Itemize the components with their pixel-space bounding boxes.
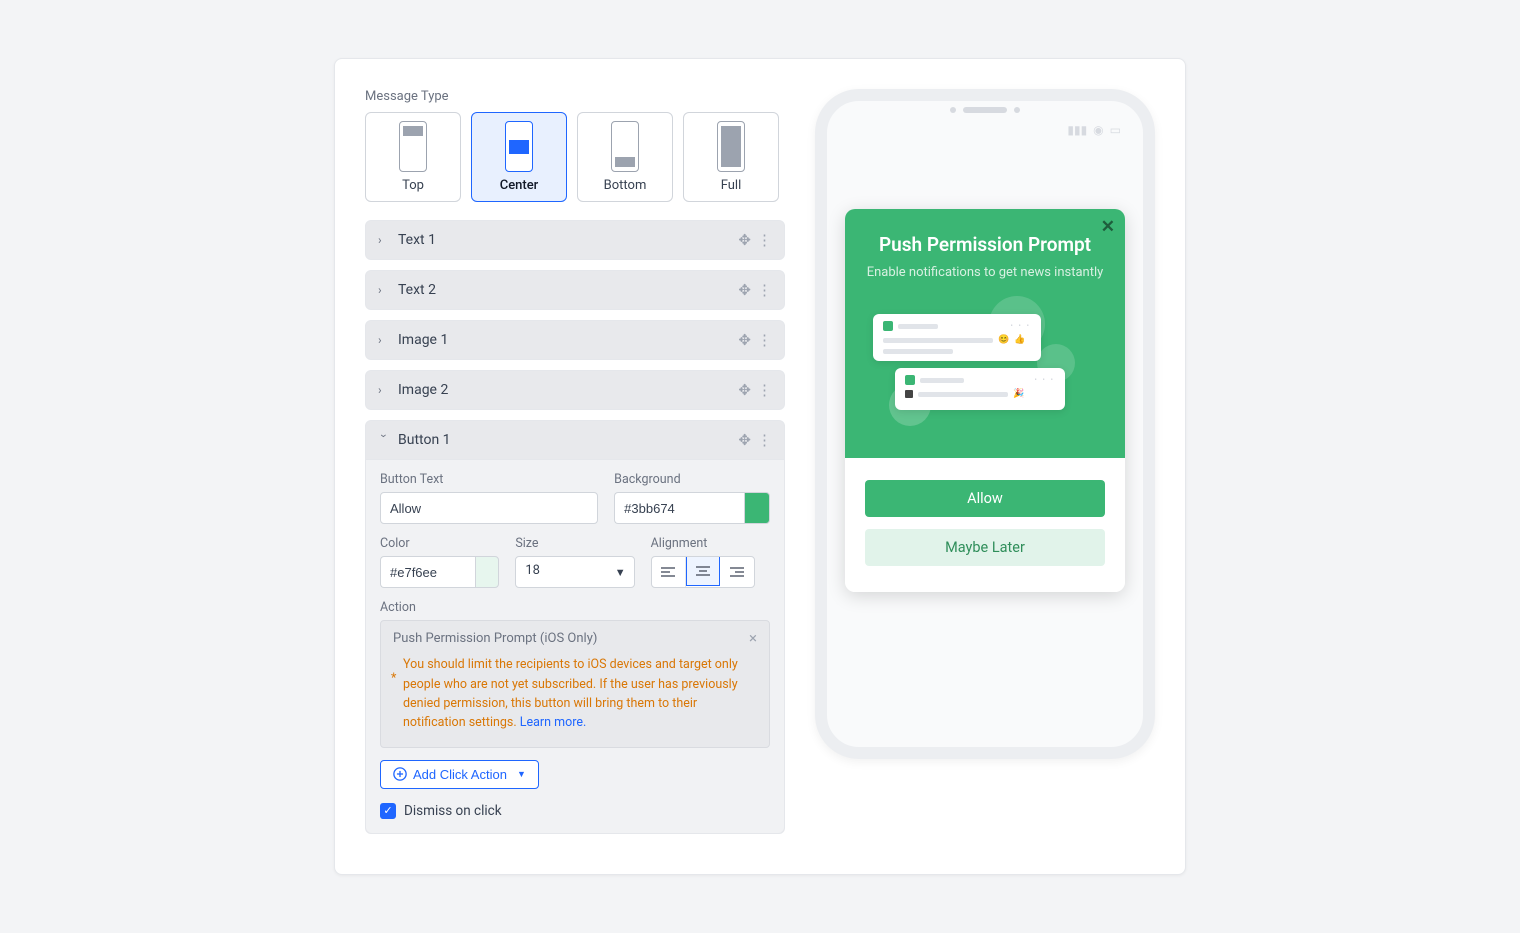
- message-type-top[interactable]: Top: [365, 112, 461, 202]
- close-icon[interactable]: ✕: [1101, 217, 1115, 237]
- chevron-right-icon: ›: [378, 333, 390, 347]
- message-type-label: Bottom: [604, 178, 647, 193]
- message-type-label: Message Type: [365, 89, 785, 104]
- add-click-action-button[interactable]: Add Click Action ▼: [380, 760, 539, 789]
- chevron-down-icon: ›: [377, 434, 391, 446]
- chevron-down-icon: ▼: [517, 769, 526, 779]
- block-title: Button 1: [398, 432, 738, 448]
- block-text1: › Text 1 ✥ ⋮: [365, 220, 785, 260]
- phone-layout-icon: [611, 121, 639, 172]
- preview-title: Push Permission Prompt: [865, 233, 1105, 256]
- drag-handle-icon[interactable]: ✥: [738, 231, 751, 249]
- drag-handle-icon[interactable]: ✥: [738, 331, 751, 349]
- checkbox-checked-icon[interactable]: ✓: [380, 803, 396, 819]
- more-icon[interactable]: ⋮: [757, 431, 772, 449]
- drag-handle-icon[interactable]: ✥: [738, 431, 751, 449]
- block-header[interactable]: › Button 1 ✥ ⋮: [366, 421, 784, 459]
- drag-handle-icon[interactable]: ✥: [738, 281, 751, 299]
- text-color-input[interactable]: [380, 556, 475, 588]
- add-action-label: Add Click Action: [413, 767, 507, 782]
- align-center-button[interactable]: [686, 556, 720, 586]
- block-title: Image 2: [398, 382, 738, 398]
- alignment-label: Alignment: [651, 536, 770, 551]
- action-item: Push Permission Prompt (iOS Only) × You …: [380, 620, 770, 748]
- battery-icon: ▭: [1110, 123, 1121, 137]
- wifi-icon: ◉: [1093, 123, 1103, 137]
- chevron-right-icon: ›: [378, 283, 390, 297]
- align-right-button[interactable]: [720, 557, 754, 587]
- block-image1: › Image 1 ✥ ⋮: [365, 320, 785, 360]
- size-select[interactable]: 18 ▼: [515, 556, 634, 588]
- more-icon[interactable]: ⋮: [757, 231, 772, 249]
- color-label: Color: [380, 536, 499, 551]
- dismiss-label: Dismiss on click: [404, 803, 502, 819]
- preview-subtitle: Enable notifications to get news instant…: [865, 264, 1105, 282]
- more-icon[interactable]: ⋮: [757, 281, 772, 299]
- block-body: Button Text Background Color: [366, 459, 784, 833]
- more-icon[interactable]: ⋮: [757, 331, 772, 349]
- block-title: Image 1: [398, 332, 738, 348]
- status-bar-icons: ▮▮▮ ◉ ▭: [1067, 123, 1121, 137]
- editor-column: Message Type Top Center Bottom Full ›: [365, 89, 785, 844]
- action-label: Action: [380, 600, 770, 615]
- block-header[interactable]: › Text 2 ✥ ⋮: [366, 271, 784, 309]
- plus-circle-icon: [393, 767, 407, 781]
- action-name: Push Permission Prompt (iOS Only): [393, 631, 749, 646]
- button-text-input[interactable]: [380, 492, 598, 524]
- preview-message-card: ✕ Push Permission Prompt Enable notifica…: [845, 209, 1125, 592]
- preview-maybe-later-button[interactable]: Maybe Later: [865, 529, 1105, 566]
- message-type-label: Full: [721, 178, 742, 193]
- phone-notch: [950, 107, 1020, 113]
- block-header[interactable]: › Image 2 ✥ ⋮: [366, 371, 784, 409]
- block-header[interactable]: › Image 1 ✥ ⋮: [366, 321, 784, 359]
- preview-buttons: Allow Maybe Later: [845, 458, 1125, 592]
- message-type-center[interactable]: Center: [471, 112, 567, 202]
- dismiss-on-click-row[interactable]: ✓ Dismiss on click: [380, 803, 770, 819]
- size-label: Size: [515, 536, 634, 551]
- align-center-icon: [695, 565, 711, 577]
- background-color-input[interactable]: [614, 492, 744, 524]
- action-hint: You should limit the recipients to iOS d…: [381, 655, 769, 747]
- chevron-down-icon: ▼: [615, 566, 626, 579]
- message-type-label: Center: [500, 178, 539, 193]
- preview-header: ✕ Push Permission Prompt Enable notifica…: [845, 209, 1125, 458]
- learn-more-link[interactable]: Learn more.: [520, 715, 587, 730]
- block-button1: › Button 1 ✥ ⋮ Button Text Background: [365, 420, 785, 834]
- block-image2: › Image 2 ✥ ⋮: [365, 370, 785, 410]
- message-type-full[interactable]: Full: [683, 112, 779, 202]
- size-value: 18: [525, 563, 540, 578]
- phone-layout-icon: [717, 121, 745, 172]
- alignment-group: [651, 556, 755, 588]
- align-left-button[interactable]: [652, 557, 686, 587]
- chevron-right-icon: ›: [378, 383, 390, 397]
- preview-column: ▮▮▮ ◉ ▭ ✕ Push Permission Prompt Enable …: [815, 89, 1155, 844]
- background-label: Background: [614, 472, 770, 487]
- preview-allow-button[interactable]: Allow: [865, 480, 1105, 517]
- signal-icon: ▮▮▮: [1067, 123, 1087, 137]
- align-left-icon: [660, 566, 676, 578]
- block-title: Text 2: [398, 282, 738, 298]
- align-right-icon: [729, 566, 745, 578]
- text-color-swatch[interactable]: [475, 556, 500, 588]
- block-header[interactable]: › Text 1 ✥ ⋮: [366, 221, 784, 259]
- chevron-right-icon: ›: [378, 233, 390, 247]
- button-text-label: Button Text: [380, 472, 598, 487]
- preview-illustration: • • • 😊👍 • • • 🎉: [865, 296, 1105, 436]
- message-type-bottom[interactable]: Bottom: [577, 112, 673, 202]
- phone-layout-icon: [505, 121, 533, 172]
- more-icon[interactable]: ⋮: [757, 381, 772, 399]
- remove-action-button[interactable]: ×: [749, 629, 757, 647]
- block-title: Text 1: [398, 232, 738, 248]
- block-text2: › Text 2 ✥ ⋮: [365, 270, 785, 310]
- editor-panel: Message Type Top Center Bottom Full ›: [334, 58, 1186, 875]
- phone-layout-icon: [399, 121, 427, 172]
- drag-handle-icon[interactable]: ✥: [738, 381, 751, 399]
- notification-card-icon: • • • 😊👍: [873, 314, 1041, 361]
- notification-card-icon: • • • 🎉: [895, 368, 1065, 410]
- background-swatch[interactable]: [744, 492, 770, 524]
- message-type-picker: Top Center Bottom Full: [365, 112, 785, 202]
- message-type-label: Top: [402, 178, 424, 193]
- phone-preview-frame: ▮▮▮ ◉ ▭ ✕ Push Permission Prompt Enable …: [815, 89, 1155, 759]
